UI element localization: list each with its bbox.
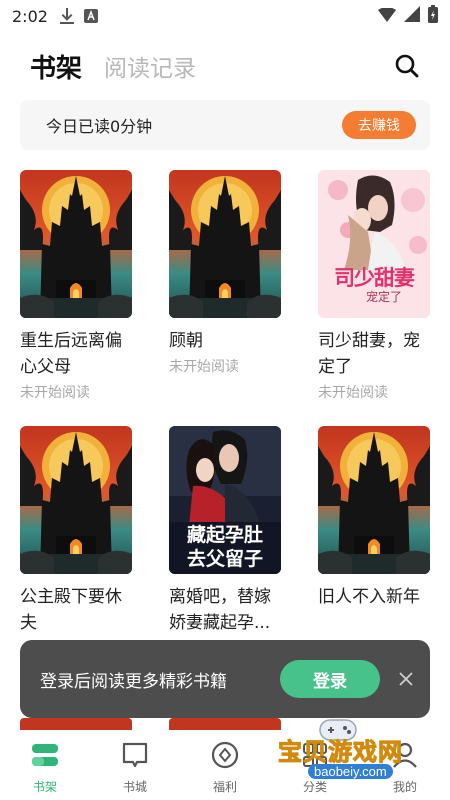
login-prompt-toast: 登录后阅读更多精彩书籍 登录 bbox=[20, 640, 430, 718]
nav-label: 书城 bbox=[122, 780, 147, 794]
site-watermark: 宝贝游戏网 baobeiy.com bbox=[270, 719, 445, 788]
bookshelf-icon bbox=[30, 740, 60, 770]
book-cover[interactable] bbox=[20, 426, 132, 574]
earn-money-button[interactable]: 去赚钱 bbox=[342, 111, 416, 139]
book-card[interactable]: 公主殿下要休夫 bbox=[20, 426, 132, 636]
download-icon bbox=[59, 8, 74, 24]
nav-label: 福利 bbox=[212, 780, 237, 794]
book-cover[interactable] bbox=[169, 170, 281, 318]
status-bar: 2:02 bbox=[0, 0, 450, 32]
watermark-text: 宝贝游戏网 bbox=[278, 738, 403, 767]
battery-icon bbox=[428, 5, 438, 27]
tab-bookshelf[interactable]: 书架 bbox=[30, 48, 82, 85]
book-card[interactable]: 重生后远离偏心父母 未开始阅读 bbox=[20, 170, 132, 402]
book-cover[interactable]: 藏起孕肚 去父留子 bbox=[169, 426, 281, 574]
nav-item-book-city[interactable]: 书城 bbox=[90, 730, 180, 800]
nav-item-bookshelf[interactable]: 书架 bbox=[0, 730, 90, 800]
book-cover[interactable] bbox=[20, 170, 132, 318]
login-prompt-text: 登录后阅读更多精彩书籍 bbox=[40, 671, 227, 692]
nav-item-welfare[interactable]: 福利 bbox=[180, 730, 270, 800]
cover-subtitle: 宠定了 bbox=[365, 290, 402, 304]
book-card[interactable]: 旧人不入新年 bbox=[318, 426, 430, 636]
search-icon bbox=[395, 54, 419, 78]
signal-icon bbox=[404, 6, 420, 26]
close-button[interactable] bbox=[396, 669, 416, 689]
reading-time-text: 今日已读0分钟 bbox=[46, 117, 153, 136]
book-cover[interactable]: 司少甜妻 宠定了 bbox=[318, 170, 430, 318]
book-cover[interactable] bbox=[318, 426, 430, 574]
book-status: 未开始阅读 bbox=[318, 385, 388, 401]
book-status: 未开始阅读 bbox=[169, 359, 239, 375]
nav-label: 书架 bbox=[32, 780, 57, 794]
cover-title: 藏起孕肚 bbox=[186, 524, 263, 546]
book-card[interactable]: 司少甜妻 宠定了 司少甜妻，宠定了 未开始阅读 bbox=[318, 170, 430, 402]
reading-time-banner: 今日已读0分钟 去赚钱 bbox=[20, 100, 430, 150]
book-title: 重生后远离偏心父母 bbox=[20, 331, 122, 377]
cover-subtitle: 去父留子 bbox=[186, 548, 263, 570]
app-notification-icon bbox=[83, 9, 98, 23]
search-button[interactable] bbox=[392, 51, 422, 81]
book-card[interactable]: 藏起孕肚 去父留子 离婚吧，替嫁娇妻藏起孕... bbox=[169, 426, 281, 636]
close-icon bbox=[399, 672, 413, 686]
watermark-url: baobeiy.com bbox=[308, 764, 393, 779]
login-button[interactable]: 登录 bbox=[280, 660, 380, 698]
book-city-icon bbox=[120, 740, 150, 770]
header: 书架 阅读记录 bbox=[0, 40, 450, 92]
book-title: 旧人不入新年 bbox=[318, 587, 420, 607]
book-title: 司少甜妻，宠定了 bbox=[318, 331, 420, 377]
book-status: 未开始阅读 bbox=[20, 385, 90, 401]
tab-reading-history[interactable]: 阅读记录 bbox=[104, 49, 196, 83]
book-title: 公主殿下要休夫 bbox=[20, 587, 122, 633]
book-card[interactable]: 顾朝 未开始阅读 bbox=[169, 170, 281, 376]
status-time: 2:02 bbox=[12, 6, 48, 26]
book-title: 离婚吧，替嫁娇妻藏起孕... bbox=[169, 587, 271, 633]
wifi-icon bbox=[378, 6, 396, 26]
welfare-icon bbox=[210, 740, 240, 770]
